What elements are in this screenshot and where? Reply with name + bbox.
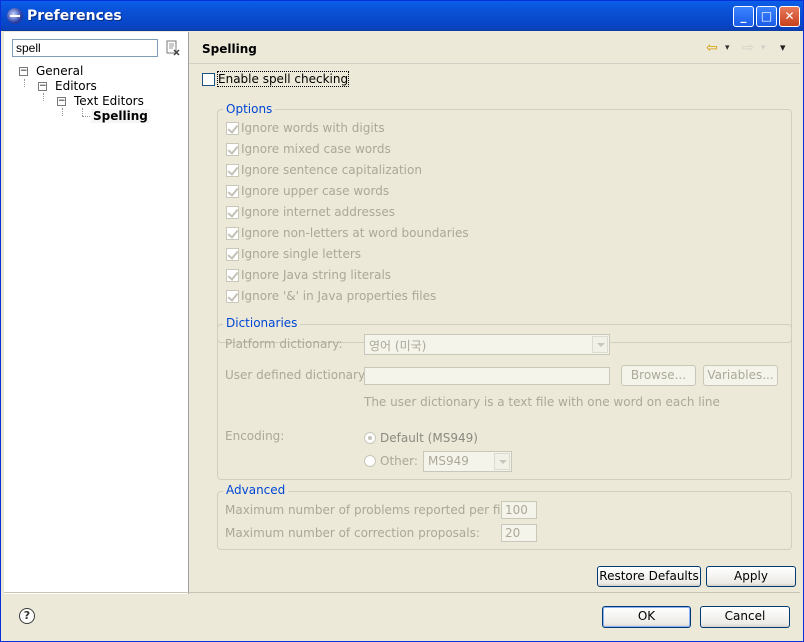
encoding-label: Encoding: — [225, 429, 285, 443]
user-dictionary-input[interactable] — [364, 367, 610, 385]
option-label: Ignore internet addresses — [241, 205, 396, 219]
max-problems-label: Maximum number of problems reported per … — [225, 503, 516, 517]
dictionaries-group-title: Dictionaries — [223, 316, 301, 330]
chevron-down-icon[interactable] — [592, 336, 608, 353]
max-problems-input[interactable]: 100 — [501, 501, 537, 519]
option-label: Ignore sentence capitalization — [241, 163, 422, 177]
platform-dictionary-label: Platform dictionary: — [225, 337, 343, 351]
chevron-down-icon[interactable] — [494, 453, 510, 470]
tree-guide — [24, 79, 25, 87]
ignore-java-strings-checkbox[interactable] — [226, 269, 239, 282]
minimize-button[interactable]: _ — [733, 6, 754, 27]
max-proposals-input[interactable]: 20 — [501, 524, 537, 542]
collapse-icon[interactable]: − — [38, 82, 47, 91]
ok-button[interactable]: OK — [602, 606, 691, 628]
tree-node-label: Spelling — [91, 109, 150, 123]
help-icon[interactable]: ? — [19, 608, 35, 624]
view-menu-icon[interactable]: ▾ — [780, 40, 786, 56]
enable-spell-checkbox[interactable] — [202, 73, 215, 86]
ignore-ampersand-checkbox[interactable] — [226, 290, 239, 303]
other-encoding-select[interactable]: MS949 — [423, 451, 512, 472]
default-encoding-radio[interactable] — [364, 432, 376, 444]
filter-input[interactable] — [12, 39, 158, 57]
other-encoding-radio[interactable] — [364, 455, 376, 467]
ignore-sentence-cap-checkbox[interactable] — [226, 164, 239, 177]
cancel-button[interactable]: Cancel — [700, 606, 790, 628]
ignore-single-letters-checkbox[interactable] — [226, 248, 239, 261]
window-title: Preferences — [27, 8, 122, 24]
apply-button[interactable]: Apply — [706, 566, 796, 587]
dialog-body: − General − Editors − Text Editors Spell… — [4, 32, 800, 594]
option-label: Ignore Java string literals — [241, 268, 392, 282]
tree-guide — [62, 108, 63, 116]
back-history-icon[interactable]: ▾ — [725, 40, 730, 56]
ignore-internet-checkbox[interactable] — [226, 206, 239, 219]
close-button[interactable]: ✕ — [779, 6, 800, 27]
advanced-group-title: Advanced — [223, 483, 289, 497]
restore-defaults-button[interactable]: Restore Defaults — [597, 566, 701, 587]
option-label: Ignore words with digits — [241, 121, 385, 135]
browse-button[interactable]: Browse... — [621, 365, 696, 386]
tree-guide — [82, 108, 83, 116]
collapse-icon[interactable]: − — [57, 97, 66, 106]
other-encoding-label: Other: — [380, 454, 418, 468]
tree-node-label: Editors — [55, 79, 97, 93]
ignore-digits-checkbox[interactable] — [226, 122, 239, 135]
ignore-upper-case-checkbox[interactable] — [226, 185, 239, 198]
option-label: Ignore mixed case words — [241, 142, 391, 156]
collapse-icon[interactable]: − — [19, 67, 28, 76]
forward-history-icon[interactable]: ▾ — [761, 40, 766, 56]
user-dictionary-label: User defined dictionary: — [225, 368, 369, 382]
enable-spell-label[interactable]: Enable spell checking — [216, 71, 350, 87]
platform-dictionary-value: 영어 (미국) — [369, 339, 427, 353]
ignore-non-letters-checkbox[interactable] — [226, 227, 239, 240]
tree-node-label: Text Editors — [74, 94, 144, 108]
option-label: Ignore single letters — [241, 247, 362, 261]
default-encoding-label: Default (MS949) — [380, 431, 478, 445]
back-arrow-icon[interactable]: ⇦ — [706, 40, 718, 56]
eclipse-icon — [7, 8, 23, 24]
tree-node-spelling[interactable]: Spelling — [91, 109, 150, 124]
tree-guide — [43, 93, 44, 101]
option-label: Ignore '&' in Java properties files — [241, 289, 437, 303]
page-header: Spelling ⇦ ▾ ⇨ ▾ ▾ — [189, 32, 800, 64]
footer-separator — [4, 592, 800, 593]
forward-arrow-icon[interactable]: ⇨ — [742, 40, 754, 56]
preferences-window: Preferences _ □ ✕ − General — [0, 0, 804, 642]
preference-tree-pane: − General − Editors − Text Editors Spell… — [4, 32, 189, 594]
title-bar[interactable]: Preferences _ □ ✕ — [1, 1, 803, 31]
preference-page: Spelling ⇦ ▾ ⇨ ▾ ▾ Enable spell checking… — [189, 32, 800, 592]
ignore-mixed-case-checkbox[interactable] — [226, 143, 239, 156]
options-group-title: Options — [223, 102, 276, 116]
user-dictionary-hint: The user dictionary is a text file with … — [364, 395, 720, 409]
page-title: Spelling — [202, 42, 257, 56]
variables-button[interactable]: Variables... — [703, 365, 778, 386]
platform-dictionary-select[interactable]: 영어 (미국) — [364, 334, 610, 355]
max-proposals-label: Maximum number of correction proposals: — [225, 526, 480, 540]
option-label: Ignore non-letters at word boundaries — [241, 226, 469, 240]
tree-node-label: General — [36, 64, 84, 78]
other-encoding-value: MS949 — [428, 454, 469, 468]
option-label: Ignore upper case words — [241, 184, 390, 198]
tree-guide — [82, 116, 90, 117]
clear-filter-icon[interactable] — [165, 40, 181, 56]
maximize-button[interactable]: □ — [756, 6, 777, 27]
